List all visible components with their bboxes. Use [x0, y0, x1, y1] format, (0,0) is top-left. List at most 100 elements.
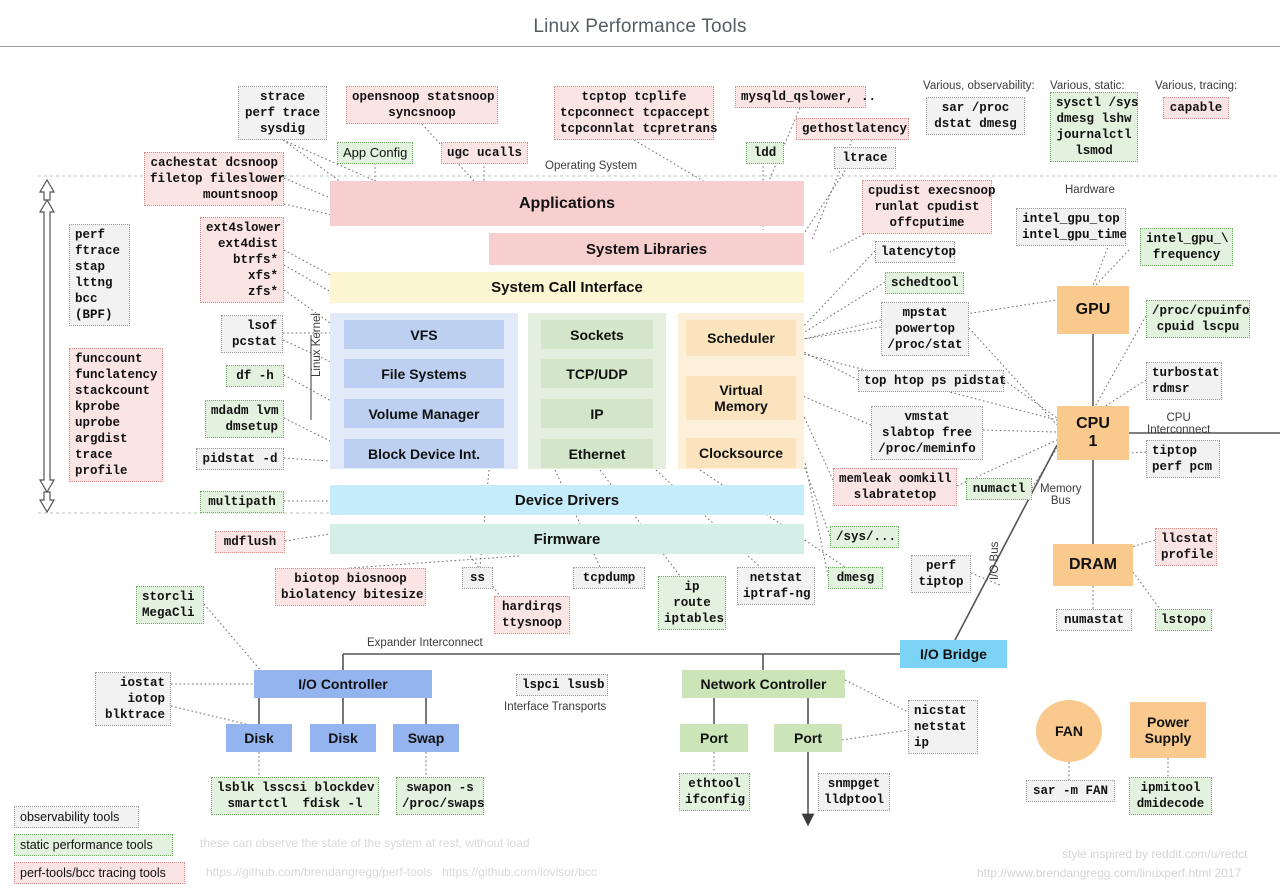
tool-box-mysqld-qslower[interactable]: mysqld_qslower, ..	[735, 86, 876, 108]
tool-box-perf-ftrace-tools[interactable]: perf ftrace stap lttng bcc (BPF)	[69, 224, 130, 326]
tool-box-schedtool[interactable]: schedtool	[885, 272, 964, 294]
arch-block-label: FAN	[1055, 723, 1083, 739]
tool-box-ugc-ucalls[interactable]: ugc ucalls	[441, 142, 528, 164]
tool-box-turbostat-rdmsr[interactable]: turbostat rdmsr	[1146, 362, 1222, 400]
tool-box-memleak-tools[interactable]: memleak oomkill slabratetop	[833, 468, 957, 506]
tool-box-netstat-iptraf[interactable]: netstat iptraf-ng	[737, 567, 815, 605]
tool-box-capable[interactable]: capable	[1163, 97, 1229, 119]
tool-box-tcptop-tools[interactable]: tcptop tcplife tcpconnect tcpaccept tcpc…	[554, 86, 718, 140]
tool-box-label: hardirqs ttysnoop	[501, 600, 562, 630]
tool-box-storcli-megacli[interactable]: storcli MegaCli	[136, 586, 204, 624]
section-label: Various, tracing:	[1155, 80, 1238, 92]
legend-static: static performance tools	[14, 834, 173, 856]
tool-box-iostat-tools[interactable]: iostat iotop blktrace	[95, 672, 171, 726]
tool-box-label: tcpdump	[582, 571, 636, 585]
tool-box-proc-cpuinfo[interactable]: /proc/cpuinfo cpuid lscpu	[1146, 300, 1250, 338]
tool-box-multipath[interactable]: multipath	[200, 491, 284, 513]
arch-block-label: Swap	[407, 730, 445, 746]
tool-box-cpudist-tools[interactable]: cpudist execsnoop runlat cpudist offcput…	[862, 180, 996, 234]
tool-box-label: sar /proc dstat dmesg	[934, 101, 1017, 131]
tool-box-label: ipmitool dmidecode	[1136, 781, 1205, 811]
tool-box-ethtool-ifconfig[interactable]: ethtool ifconfig	[679, 773, 750, 811]
tool-box-ldd[interactable]: ldd	[746, 142, 784, 164]
tool-box-label: df -h	[236, 369, 274, 383]
tool-box-ltrace[interactable]: ltrace	[834, 147, 896, 169]
tool-box-mdflush[interactable]: mdflush	[215, 531, 285, 553]
tool-box-dmesg[interactable]: dmesg	[828, 567, 883, 589]
tool-box-cachestat-tools[interactable]: cachestat dcsnoop filetop fileslower mou…	[144, 152, 286, 206]
tool-box-label: ethtool ifconfig	[685, 777, 746, 807]
tool-box-label: numactl	[972, 482, 1026, 496]
tool-box-df-h[interactable]: df -h	[226, 365, 284, 387]
tool-box-sar-proc[interactable]: sar /proc dstat dmesg	[926, 97, 1025, 135]
tool-box-swapon-tools[interactable]: swapon -s /proc/swaps	[396, 777, 485, 815]
tool-box-label: lsblk lsscsi blockdev smartctl fdisk -l	[217, 781, 375, 811]
tool-box-lsblk-tools[interactable]: lsblk lsscsi blockdev smartctl fdisk -l	[211, 777, 379, 815]
arch-block-power-supply: Power Supply	[1130, 702, 1206, 758]
tool-box-tiptop-perf-pcm[interactable]: tiptop perf pcm	[1146, 440, 1220, 478]
tool-box-lsof-pcstat[interactable]: lsof pcstat	[221, 315, 283, 353]
tool-box-label: /proc/cpuinfo cpuid lscpu	[1152, 304, 1250, 334]
tool-box-opensnoop-tools[interactable]: opensnoop statsnoop syncsnoop	[346, 86, 498, 124]
section-label: Linux Kernel	[311, 313, 323, 377]
arch-block-label: File Systems	[381, 365, 467, 382]
tool-box-strace-tools[interactable]: strace perf trace sysdig	[238, 86, 327, 140]
tool-box-snmpget-lldptool[interactable]: snmpget lldptool	[818, 773, 890, 811]
tool-box-lstopo[interactable]: lstopo	[1155, 609, 1212, 631]
tool-box-app-config[interactable]: App Config	[337, 142, 413, 164]
tool-box-ext4slower-tools[interactable]: ext4slower ext4dist btrfs* xfs* zfs*	[200, 217, 284, 303]
arch-block-label: Disk	[244, 730, 274, 746]
tool-box-top-htop[interactable]: top htop ps pidstat	[858, 370, 1007, 392]
tool-box-mpstat-tools[interactable]: mpstat powertop /proc/stat	[881, 302, 969, 356]
tool-box-pidstat-d[interactable]: pidstat -d	[196, 448, 284, 470]
tool-box-funccount-tools[interactable]: funccount funclatency stackcount kprobe …	[69, 348, 163, 482]
tool-box-sys-slash[interactable]: /sys/...	[830, 526, 899, 548]
tool-box-label: cachestat dcsnoop filetop fileslower mou…	[150, 156, 286, 202]
tool-box-hardirqs-ttysnoop[interactable]: hardirqs ttysnoop	[494, 596, 570, 634]
tool-box-label: turbostat rdmsr	[1152, 366, 1220, 396]
tool-box-label: iostat iotop blktrace	[104, 676, 165, 722]
arch-block-volume-manager: Volume Manager	[344, 399, 504, 428]
tool-box-label: perf ftrace stap lttng bcc (BPF)	[75, 228, 121, 322]
footer-credit: style inspired by reddit.com/u/redct	[1062, 847, 1248, 861]
tool-box-lspci-lsusb[interactable]: lspci lsusb	[516, 674, 608, 696]
arch-block-label: Virtual Memory	[714, 382, 768, 414]
section-label: Interface Transports	[504, 701, 607, 713]
tool-box-label: intel_gpu_top intel_gpu_time	[1022, 212, 1128, 242]
arch-block-io-bridge: I/O Bridge	[900, 640, 1007, 668]
tool-box-mdadm-lvm[interactable]: mdadm lvm dmsetup	[205, 400, 284, 438]
arch-block-label: Network Controller	[700, 676, 827, 692]
tool-box-perf-tiptop[interactable]: perf tiptop	[911, 555, 971, 593]
tool-box-numastat[interactable]: numastat	[1056, 609, 1132, 631]
arch-block-label: Volume Manager	[368, 405, 480, 422]
arch-block-block-device-interface: Block Device Int.	[344, 439, 504, 468]
arch-block-ip: IP	[541, 399, 653, 428]
tool-box-ss[interactable]: ss	[462, 567, 493, 589]
tool-box-llcstat-profile[interactable]: llcstat profile	[1155, 528, 1217, 566]
arch-block-label: DRAM	[1069, 556, 1117, 573]
tool-box-sysctl-sys[interactable]: sysctl /sys dmesg lshw journalctl lsmod	[1050, 92, 1139, 162]
arch-block-label: CPU 1	[1076, 415, 1110, 450]
tool-box-label: opensnoop statsnoop syncsnoop	[352, 90, 495, 120]
tool-box-sar-m-fan[interactable]: sar -m FAN	[1026, 780, 1115, 802]
arch-block-disk-2: Disk	[310, 724, 376, 752]
tool-box-biotop-tools[interactable]: biotop biosnoop biolatency bitesize	[275, 568, 426, 606]
tool-box-latencytop[interactable]: latencytop	[875, 241, 957, 263]
arch-block-label: TCP/UDP	[566, 365, 628, 382]
tool-box-ip-route-iptables[interactable]: ip route iptables	[658, 576, 726, 630]
arch-block-label: Scheduler	[707, 330, 775, 346]
tool-box-intel-gpu-frequency[interactable]: intel_gpu_\ frequency	[1140, 228, 1233, 266]
tool-box-numactl[interactable]: numactl	[966, 478, 1032, 500]
tool-box-tcpdump[interactable]: tcpdump	[573, 567, 645, 589]
arch-block-label: IP	[590, 405, 604, 422]
arch-block-io-controller: I/O Controller	[254, 670, 432, 698]
tool-box-intel-gpu-top[interactable]: intel_gpu_top intel_gpu_time	[1016, 208, 1128, 246]
arch-block-label: System Libraries	[586, 240, 707, 258]
arch-block-cpu-1: CPU 1	[1057, 406, 1129, 460]
tool-box-nicstat-tools[interactable]: nicstat netstat ip	[908, 700, 978, 754]
tool-box-ipmitool-dmidecode[interactable]: ipmitool dmidecode	[1129, 777, 1212, 815]
tool-box-label: latencytop	[881, 245, 957, 259]
tool-box-gethostlatency[interactable]: gethostlatency	[796, 118, 909, 140]
tool-box-vmstat-tools[interactable]: vmstat slabtop free /proc/meminfo	[871, 406, 983, 460]
tool-box-label: multipath	[208, 495, 276, 509]
